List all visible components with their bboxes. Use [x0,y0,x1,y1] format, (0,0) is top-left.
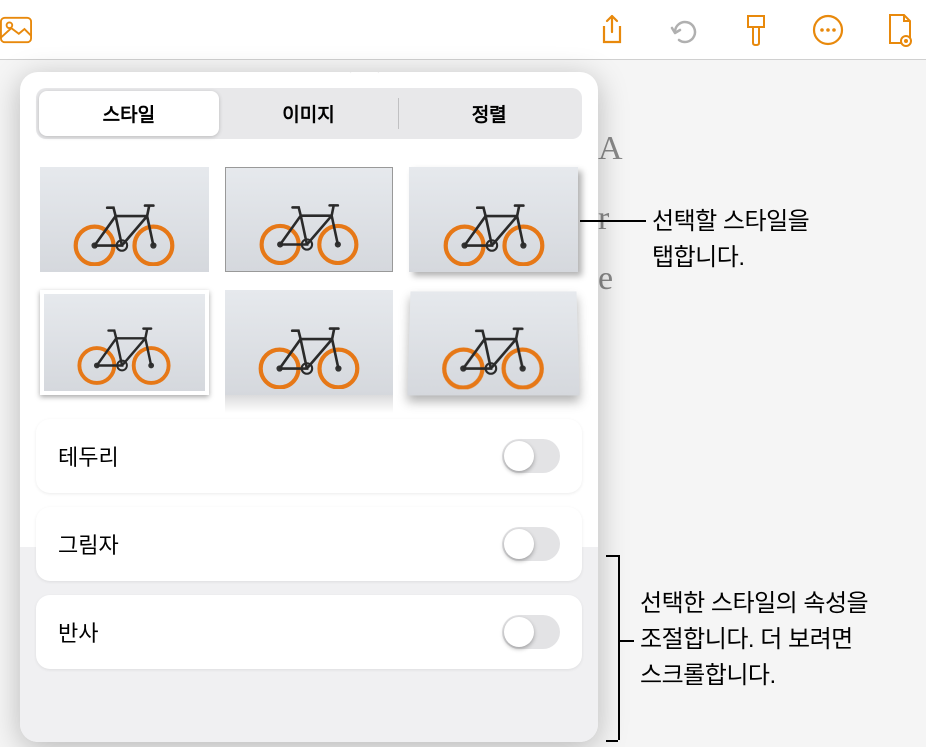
toggle-shadow[interactable] [502,527,560,561]
toggle-border[interactable] [502,439,560,473]
tab-image[interactable]: 이미지 [219,91,399,136]
style-preset-3[interactable] [409,167,578,272]
tab-align[interactable]: 정렬 [399,91,579,136]
tab-style-label: 스타일 [103,105,155,126]
option-border: 테두리 [36,419,582,493]
format-popover: 스타일 이미지 정렬 [20,72,598,742]
toolbar [0,0,926,60]
callout-bracket [606,740,618,742]
toggle-reflection[interactable] [502,615,560,649]
callout-bracket [618,640,634,642]
callout-text: 선택한 스타일의 속성을 [640,586,868,622]
document-view-icon[interactable] [884,14,916,46]
style-preset-1[interactable] [40,167,209,272]
callout-text: 스크롤합니다. [640,658,868,694]
callout-text: 조절합니다. 더 보려면 [640,622,868,658]
callout-adjust-style: 선택한 스타일의 속성을 조절합니다. 더 보려면 스크롤합니다. [640,586,868,694]
style-preset-2[interactable] [225,167,394,272]
callout-line [580,220,646,222]
tab-image-label: 이미지 [282,105,334,126]
option-reflection: 반사 [36,595,582,669]
option-shadow-label: 그림자 [58,528,119,560]
callout-bracket [618,555,620,740]
more-icon[interactable] [812,14,844,46]
tab-style[interactable]: 스타일 [39,91,219,136]
callout-tap-style: 선택할 스타일을 탭합니다. [652,204,809,276]
callout-text: 탭합니다. [652,240,809,276]
option-shadow: 그림자 [36,507,582,581]
undo-icon[interactable] [668,14,700,46]
option-reflection-label: 반사 [58,616,98,648]
style-preset-5[interactable] [225,290,394,395]
brush-icon[interactable] [740,14,772,46]
style-preset-6[interactable] [409,290,578,395]
option-border-label: 테두리 [58,440,119,472]
callout-bracket [606,555,618,557]
callout-text: 선택할 스타일을 [652,204,809,240]
style-options-list: 테두리 그림자 반사 [20,419,598,669]
media-icon[interactable] [0,14,32,46]
tab-align-label: 정렬 [472,105,507,126]
format-tabs: 스타일 이미지 정렬 [36,88,582,139]
style-grid [20,149,598,419]
style-preset-4[interactable] [40,290,209,395]
share-icon[interactable] [596,14,628,46]
